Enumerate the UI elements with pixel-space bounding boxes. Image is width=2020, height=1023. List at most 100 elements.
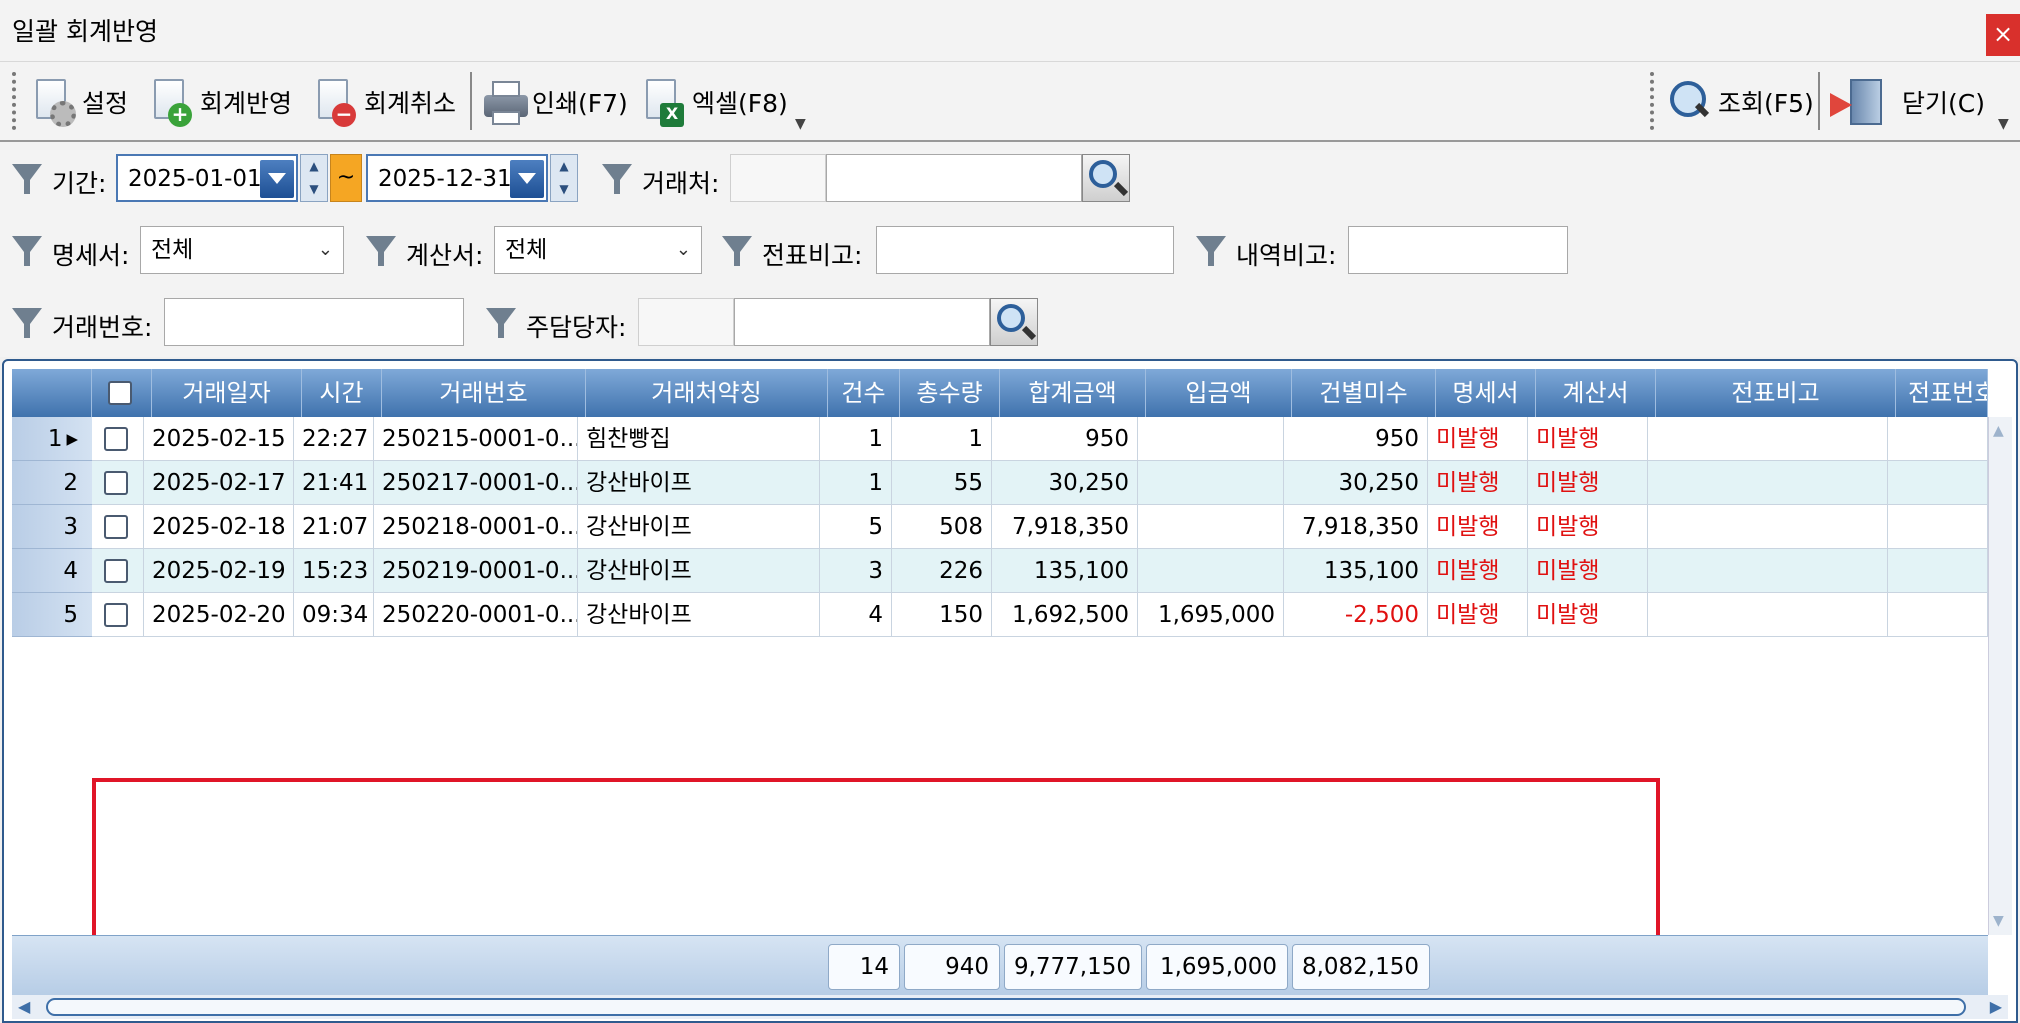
cell-time[interactable]: 21:41 [294, 461, 374, 505]
cell-paid[interactable] [1138, 549, 1284, 593]
col-date-header[interactable]: 거래일자 [152, 369, 302, 417]
cell-invoice[interactable]: 미발행 [1528, 549, 1648, 593]
cell-date[interactable]: 2025-02-20 [144, 593, 294, 637]
col-unpaid-header[interactable]: 건별미수 [1292, 369, 1436, 417]
invoice-select[interactable]: 전체 ⌄ [494, 226, 702, 274]
table-row[interactable]: 2025-02-17 21:41 250217-0001-0... 강산바이프 1 55 3… [92, 461, 1988, 505]
cell-statement[interactable]: 미발행 [1428, 461, 1528, 505]
cell-trade-no[interactable]: 250217-0001-0... [374, 461, 578, 505]
row-checkbox[interactable] [104, 559, 128, 583]
cell-slip-note[interactable] [1648, 417, 1888, 461]
cell-partner[interactable]: 힘찬빵집 [578, 417, 820, 461]
cell-paid[interactable] [1138, 461, 1284, 505]
trade-no-field[interactable] [164, 298, 464, 346]
cell-slip-note[interactable] [1648, 593, 1888, 637]
cell-invoice[interactable]: 미발행 [1528, 505, 1648, 549]
toolbar-grip-right[interactable] [1650, 72, 1654, 130]
row-number[interactable]: 1 ▸ [12, 417, 92, 461]
select-all-header[interactable] [92, 369, 152, 417]
cell-slip-note[interactable] [1648, 549, 1888, 593]
row-number[interactable]: 2 [12, 461, 92, 505]
col-invoice-header[interactable]: 계산서 [1536, 369, 1656, 417]
cell-count[interactable]: 3 [820, 549, 892, 593]
date-to-picker[interactable]: 2025-12-31 [366, 154, 548, 202]
print-button[interactable]: 인쇄(F7) [480, 70, 628, 134]
cell-partner[interactable]: 강산바이프 [578, 593, 820, 637]
cell-time[interactable]: 09:34 [294, 593, 374, 637]
row-checkbox[interactable] [104, 603, 128, 627]
table-row[interactable]: 2025-02-15 22:27 250215-0001-0... 힘찬빵집 1 1 950… [92, 417, 1988, 461]
date-from-picker[interactable]: 2025-01-01 [116, 154, 298, 202]
row-checkbox-cell[interactable] [92, 417, 144, 461]
cell-date[interactable]: 2025-02-19 [144, 549, 294, 593]
date-to-dropdown-icon[interactable] [510, 160, 544, 198]
cell-invoice[interactable]: 미발행 [1528, 417, 1648, 461]
cell-count[interactable]: 4 [820, 593, 892, 637]
cell-slip-no[interactable] [1888, 417, 1988, 461]
cell-slip-no[interactable] [1888, 461, 1988, 505]
cell-partner[interactable]: 강산바이프 [578, 549, 820, 593]
col-qty-header[interactable]: 총수량 [900, 369, 1000, 417]
cell-statement[interactable]: 미발행 [1428, 505, 1528, 549]
partner-name-field[interactable] [826, 154, 1082, 202]
toolbar-grip[interactable] [12, 72, 16, 130]
detail-note-field[interactable] [1348, 226, 1568, 274]
excel-button[interactable]: X 엑셀(F8) [640, 70, 788, 134]
cell-time[interactable]: 21:07 [294, 505, 374, 549]
cell-date[interactable]: 2025-02-15 [144, 417, 294, 461]
cell-qty[interactable]: 226 [892, 549, 992, 593]
cell-trade-no[interactable]: 250215-0001-0... [374, 417, 578, 461]
cell-unpaid[interactable]: 30,250 [1284, 461, 1428, 505]
search-button[interactable]: 조회(F5) [1666, 70, 1814, 134]
cell-trade-no[interactable]: 250219-0001-0... [374, 549, 578, 593]
cell-unpaid[interactable]: 135,100 [1284, 549, 1428, 593]
scroll-down-icon[interactable]: ▼ [1993, 913, 2004, 929]
row-checkbox[interactable] [104, 515, 128, 539]
cell-trade-no[interactable]: 250220-0001-0... [374, 593, 578, 637]
cell-slip-no[interactable] [1888, 593, 1988, 637]
cell-statement[interactable]: 미발행 [1428, 593, 1528, 637]
table-row[interactable]: 2025-02-20 09:34 250220-0001-0... 강산바이프 4 150… [92, 593, 1988, 637]
partner-search-button[interactable] [1082, 154, 1130, 202]
cell-slip-note[interactable] [1648, 505, 1888, 549]
cell-slip-no[interactable] [1888, 505, 1988, 549]
cell-total[interactable]: 30,250 [992, 461, 1138, 505]
row-checkbox[interactable] [104, 427, 128, 451]
cell-partner[interactable]: 강산바이프 [578, 505, 820, 549]
cell-partner[interactable]: 강산바이프 [578, 461, 820, 505]
col-paid-header[interactable]: 입금액 [1146, 369, 1292, 417]
select-all-checkbox[interactable] [108, 381, 132, 405]
horizontal-scrollbar[interactable]: ◀ ▶ [12, 995, 2008, 1019]
cell-statement[interactable]: 미발행 [1428, 549, 1528, 593]
cell-count[interactable]: 5 [820, 505, 892, 549]
partner-code-field[interactable] [730, 154, 826, 202]
cell-date[interactable]: 2025-02-17 [144, 461, 294, 505]
col-count-header[interactable]: 건수 [828, 369, 900, 417]
cell-time[interactable]: 22:27 [294, 417, 374, 461]
cell-statement[interactable]: 미발행 [1428, 417, 1528, 461]
cell-total[interactable]: 1,692,500 [992, 593, 1138, 637]
col-total-header[interactable]: 합계금액 [1000, 369, 1146, 417]
vertical-scrollbar[interactable]: ▲ ▼ [1988, 417, 2012, 935]
cell-count[interactable]: 1 [820, 417, 892, 461]
cell-invoice[interactable]: 미발행 [1528, 593, 1648, 637]
col-partner-header[interactable]: 거래처약칭 [586, 369, 828, 417]
cell-paid[interactable] [1138, 417, 1284, 461]
cell-trade-no[interactable]: 250218-0001-0... [374, 505, 578, 549]
manager-code-field[interactable] [638, 298, 734, 346]
row-number[interactable]: 3 [12, 505, 92, 549]
toolbar-overflow-right-icon[interactable]: ▼ [1998, 116, 2009, 132]
manager-name-field[interactable] [734, 298, 990, 346]
row-checkbox[interactable] [104, 471, 128, 495]
horizontal-scroll-thumb[interactable] [46, 998, 1966, 1016]
accounting-apply-button[interactable]: + 회계반영 [148, 70, 292, 134]
col-slip-no-header[interactable]: 전표번호 [1896, 369, 1988, 417]
row-checkbox-cell[interactable] [92, 461, 144, 505]
row-checkbox-cell[interactable] [92, 505, 144, 549]
cell-slip-no[interactable] [1888, 549, 1988, 593]
cell-time[interactable]: 15:23 [294, 549, 374, 593]
cell-total[interactable]: 7,918,350 [992, 505, 1138, 549]
cell-qty[interactable]: 150 [892, 593, 992, 637]
accounting-cancel-button[interactable]: − 회계취소 [312, 70, 456, 134]
date-from-dropdown-icon[interactable] [260, 160, 294, 198]
